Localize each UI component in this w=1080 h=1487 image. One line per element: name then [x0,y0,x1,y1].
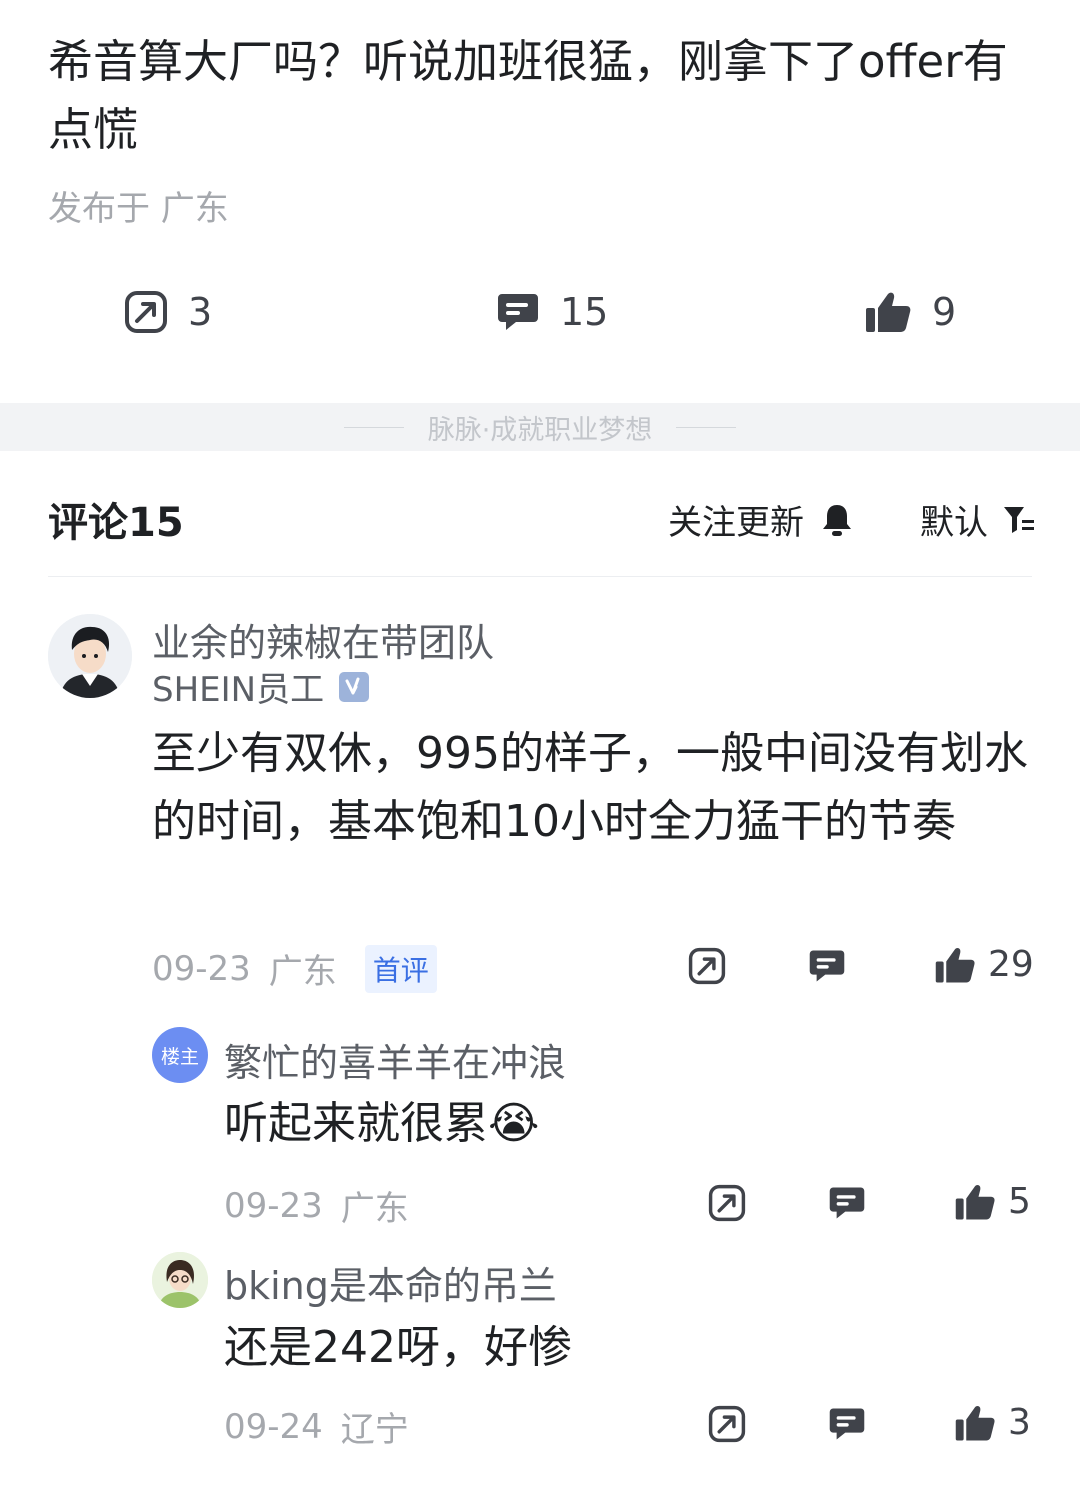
reply-like-button[interactable]: 5 [954,1181,1031,1222]
share-icon [125,291,167,333]
user-avatar-icon [152,1252,208,1308]
verified-icon [339,671,370,702]
reply-author[interactable]: 繁忙的喜羊羊在冲浪 [224,1032,566,1087]
owner-badge: 楼主 [152,1027,208,1083]
post-location: 发布于 广东 [48,189,229,229]
reply-like-count: 3 [1008,1402,1031,1443]
comment-location: 广东 [268,952,337,992]
share-count: 3 [188,290,213,334]
avatar[interactable] [48,614,132,698]
follow-updates-label: 关注更新 [668,503,804,543]
sort-button[interactable]: 默认 [920,495,1036,544]
slogan-line-right [676,426,737,428]
reply-meta: 09-23 广东 [224,1181,409,1230]
thumbs-up-icon [955,1405,995,1440]
comment-stat[interactable]: 15 [496,290,608,334]
company-label: SHEIN员工 [152,670,325,710]
comment-icon [829,1187,865,1219]
first-comment-badge: 首评 [364,944,437,993]
reply-location: 广东 [340,1189,409,1229]
reply-text: 听起来就很累😭 [224,1098,540,1149]
bell-icon [823,504,851,536]
reply-author[interactable]: bking是本命的吊兰 [224,1255,557,1310]
like-count: 9 [932,290,957,334]
comment-meta: 09-23 广东 首评 [152,944,437,993]
reply-reply-button[interactable] [828,1405,866,1443]
thumbs-up-icon [955,1184,995,1219]
reply-share-button[interactable] [708,1405,746,1443]
comment-share-button[interactable] [688,947,726,985]
reply-text: 还是242呀，好惨 [224,1322,572,1373]
user-avatar-icon [48,614,132,698]
like-stat[interactable]: 9 [864,290,956,334]
share-icon [708,1184,746,1222]
share-icon [708,1405,746,1443]
reply-location: 辽宁 [340,1410,409,1450]
reply-date: 09-23 [224,1185,323,1226]
slogan-line-left [343,426,404,428]
share-stat[interactable]: 3 [124,290,212,334]
slogan-text: 脉脉·成就职业梦想 [427,414,653,446]
reply-reply-button[interactable] [828,1184,866,1222]
sort-label: 默认 [920,503,988,543]
post-title: 希音算大厂吗？听说加班很猛，刚拿下了offer有点慌 [48,35,1008,156]
comment-count: 15 [560,290,609,334]
comment-icon [498,294,538,330]
reply-like-count: 5 [1008,1181,1031,1222]
follow-updates-button[interactable]: 关注更新 [668,495,854,544]
filter-icon [1004,506,1034,533]
comment-like-count: 29 [988,944,1034,985]
reply-meta: 09-24 辽宁 [224,1402,409,1451]
reply-date: 09-24 [224,1406,323,1447]
avatar[interactable] [152,1252,208,1308]
thumbs-up-icon [935,947,975,982]
comment-icon [829,1408,865,1440]
comment-author-company: SHEIN员工 [152,662,370,711]
comment-reply-button[interactable] [808,947,846,985]
comment-text: 至少有双休，995的样子，一般中间没有划水的时间，基本饱和10小时全力猛干的节奏 [152,728,1028,847]
comment-date: 09-23 [152,948,251,989]
comments-title: 评论15 [48,500,184,546]
comment-icon [809,950,845,982]
share-icon [688,947,726,985]
reply-like-button[interactable]: 3 [954,1402,1031,1443]
slogan: 脉脉·成就职业梦想 [0,403,1080,451]
thumbs-up-icon [866,292,911,332]
comment-like-button[interactable]: 29 [934,944,1034,985]
header-divider [48,576,1032,577]
reply-share-button[interactable] [708,1184,746,1222]
comment-author[interactable]: 业余的辣椒在带团队 [152,612,494,667]
